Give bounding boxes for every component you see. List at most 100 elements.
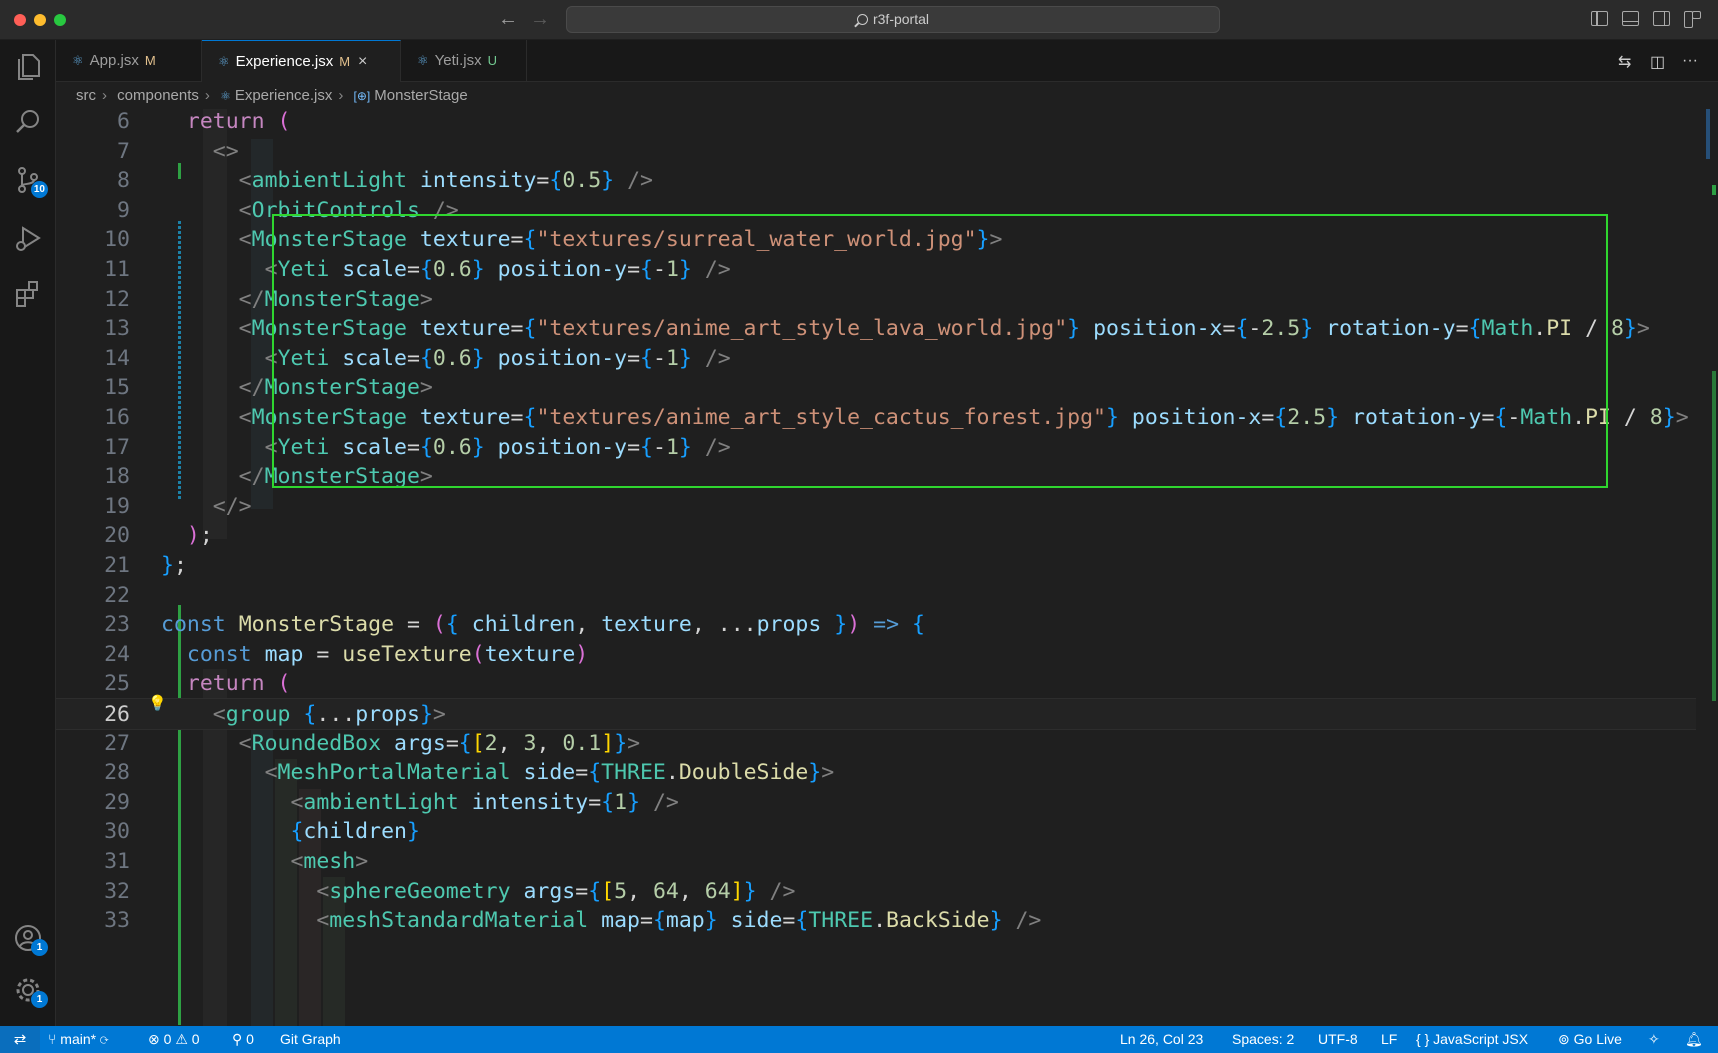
language-mode[interactable]: { } JavaScript JSX <box>1416 1026 1528 1053</box>
toggle-secondary-sidebar-icon[interactable] <box>1653 11 1670 26</box>
compare-changes-icon[interactable]: ⇆ <box>1618 52 1631 72</box>
error-count: 0 <box>163 1031 172 1047</box>
status-bar: ⇄ ⑂ main* ⟳ ⊗ 0 ⚠ 0 ⚲ 0 Git Graph Ln 26,… <box>0 1026 1718 1053</box>
line-number: 27 <box>104 730 130 756</box>
code-line[interactable]: 15 </MonsterStage> <box>56 372 1696 404</box>
code-line[interactable]: 14 <Yeti scale={0.6} position-y={-1} /> <box>56 343 1696 375</box>
indentation-setting[interactable]: Spaces: 2 <box>1232 1026 1294 1053</box>
more-actions-icon[interactable]: ··· <box>1682 52 1698 70</box>
breadcrumb-symbol[interactable]: MonsterStage <box>374 87 467 104</box>
manage-button[interactable]: 1 <box>12 974 48 1008</box>
breadcrumb-src[interactable]: src <box>76 87 96 104</box>
code-line[interactable]: 9 <OrbitControls /> <box>56 195 1696 227</box>
code-line[interactable]: 19 </> <box>56 491 1696 523</box>
code-line[interactable]: 24 const map = useTexture(texture) <box>56 639 1696 671</box>
line-number: 12 <box>104 286 130 312</box>
back-arrow-icon[interactable]: ← <box>498 8 518 30</box>
code-text: <RoundedBox args={[2, 3, 0.1]}> <box>238 730 641 756</box>
split-editor-icon[interactable]: ◫ <box>1650 52 1665 72</box>
tab-app-jsx[interactable]: ⚛ App.jsx M <box>56 40 202 82</box>
line-number: 15 <box>104 375 130 401</box>
code-text: <ambientLight intensity={0.5} /> <box>238 168 653 194</box>
cursor-position[interactable]: Ln 26, Col 23 <box>1120 1026 1203 1053</box>
code-line[interactable]: 11 <Yeti scale={0.6} position-y={-1} /> <box>56 254 1696 286</box>
tab-yeti-jsx[interactable]: ⚛ Yeti.jsx U <box>401 40 527 82</box>
scrollbar-thumb[interactable] <box>1706 109 1710 159</box>
code-line[interactable]: 33 <meshStandardMaterial map={map} side=… <box>56 905 1696 937</box>
title-bar: ← → r3f-portal <box>0 0 1718 40</box>
zoom-window-button[interactable] <box>54 14 66 26</box>
code-text: <> <box>212 138 239 164</box>
copilot-icon[interactable]: ✧ <box>1648 1026 1660 1053</box>
line-number: 24 <box>104 641 130 667</box>
code-text: <ambientLight intensity={1} /> <box>290 789 679 815</box>
code-line[interactable]: 32 <sphereGeometry args={[5, 64, 64]} /> <box>56 876 1696 908</box>
tab-label: App.jsx <box>89 52 139 69</box>
tab-status: M <box>339 54 351 69</box>
code-text: </MonsterStage> <box>238 375 433 401</box>
code-line[interactable]: 12 </MonsterStage> <box>56 284 1696 316</box>
ports-indicator[interactable]: ⚲ 0 <box>232 1026 254 1053</box>
run-debug-icon <box>16 226 41 251</box>
code-line[interactable]: 7 <> <box>56 136 1696 168</box>
code-line[interactable]: 26 <group {...props}> <box>56 698 1696 730</box>
braces-icon: { } <box>1416 1031 1434 1047</box>
explorer-button[interactable] <box>12 50 44 82</box>
code-line[interactable]: 20 ); <box>56 520 1696 552</box>
code-text: <MonsterStage texture={"textures/anime_a… <box>238 316 1650 342</box>
code-line[interactable]: 16 <MonsterStage texture={"textures/anim… <box>56 402 1696 434</box>
code-line[interactable]: 6 return ( <box>56 109 1696 138</box>
command-center-search[interactable]: r3f-portal <box>566 6 1220 33</box>
bell-icon[interactable]: 🔔︎ <box>1685 1026 1703 1053</box>
toggle-panel-icon[interactable] <box>1622 11 1639 26</box>
accounts-button[interactable]: 1 <box>12 922 48 956</box>
encoding-setting[interactable]: UTF-8 <box>1318 1026 1358 1053</box>
minimize-window-button[interactable] <box>34 14 46 26</box>
line-number: 14 <box>104 345 130 371</box>
breadcrumb-components[interactable]: components <box>117 87 199 104</box>
code-text: const MonsterStage = ({ children, textur… <box>161 612 925 638</box>
branch-indicator[interactable]: ⑂ main* ⟳ <box>48 1026 108 1053</box>
close-window-button[interactable] <box>14 14 26 26</box>
customize-layout-icon[interactable] <box>1684 11 1701 28</box>
git-graph-button[interactable]: Git Graph <box>280 1026 341 1053</box>
tab-experience-jsx[interactable]: ⚛ Experience.jsx M × <box>202 40 401 82</box>
code-line[interactable]: 8 <ambientLight intensity={0.5} /> <box>56 165 1696 197</box>
code-line[interactable]: 13 <MonsterStage texture={"textures/anim… <box>56 313 1696 345</box>
code-line[interactable]: 25 return ( <box>56 668 1696 700</box>
code-line[interactable]: 29 <ambientLight intensity={1} /> <box>56 787 1696 819</box>
forward-arrow-icon[interactable]: → <box>530 8 550 30</box>
extensions-button[interactable] <box>12 278 44 310</box>
run-debug-button[interactable] <box>12 222 44 254</box>
code-editor[interactable]: 6 return (7 <> 8 <ambientLight intensity=… <box>56 109 1718 1026</box>
code-line[interactable]: 22 <box>56 580 1696 612</box>
line-number: 20 <box>104 523 130 549</box>
toggle-primary-sidebar-icon[interactable] <box>1591 11 1608 26</box>
close-tab-icon[interactable]: × <box>358 53 367 70</box>
code-text: {children} <box>290 819 420 845</box>
code-line[interactable]: 18 </MonsterStage> <box>56 461 1696 493</box>
problems-indicator[interactable]: ⊗ 0 ⚠ 0 <box>148 1026 200 1053</box>
code-line[interactable]: 23 const MonsterStage = ({ children, text… <box>56 609 1696 641</box>
code-line[interactable]: 17 <Yeti scale={0.6} position-y={-1} /> <box>56 432 1696 464</box>
code-line[interactable]: 31 <mesh> <box>56 846 1696 878</box>
line-number: 16 <box>104 405 130 430</box>
source-control-button[interactable]: 10 <box>12 164 48 198</box>
eol-setting[interactable]: LF <box>1381 1026 1397 1053</box>
remote-indicator-icon[interactable]: ⇄ <box>0 1026 40 1053</box>
search-button[interactable] <box>12 106 44 138</box>
code-text: </MonsterStage> <box>238 464 433 490</box>
code-line[interactable]: 10 <MonsterStage texture={"textures/surr… <box>56 224 1696 256</box>
go-live-button[interactable]: ⊚ Go Live <box>1558 1026 1622 1053</box>
branch-name: main* <box>60 1031 97 1047</box>
code-line[interactable]: 27 <RoundedBox args={[2, 3, 0.1]}> <box>56 728 1696 760</box>
line-number: 22 <box>104 582 130 608</box>
code-line[interactable]: 30 {children} <box>56 816 1696 848</box>
code-text: ); <box>186 523 213 549</box>
code-line[interactable]: 21}; <box>56 550 1696 582</box>
breadcrumb-file[interactable]: Experience.jsx <box>235 87 333 104</box>
overview-ruler-marker <box>1712 371 1716 701</box>
code-text: <meshStandardMaterial map={map} side={TH… <box>316 908 1042 934</box>
lightbulb-icon[interactable]: 💡 <box>148 694 167 712</box>
code-line[interactable]: 28 <MeshPortalMaterial side={THREE.Doubl… <box>56 757 1696 789</box>
